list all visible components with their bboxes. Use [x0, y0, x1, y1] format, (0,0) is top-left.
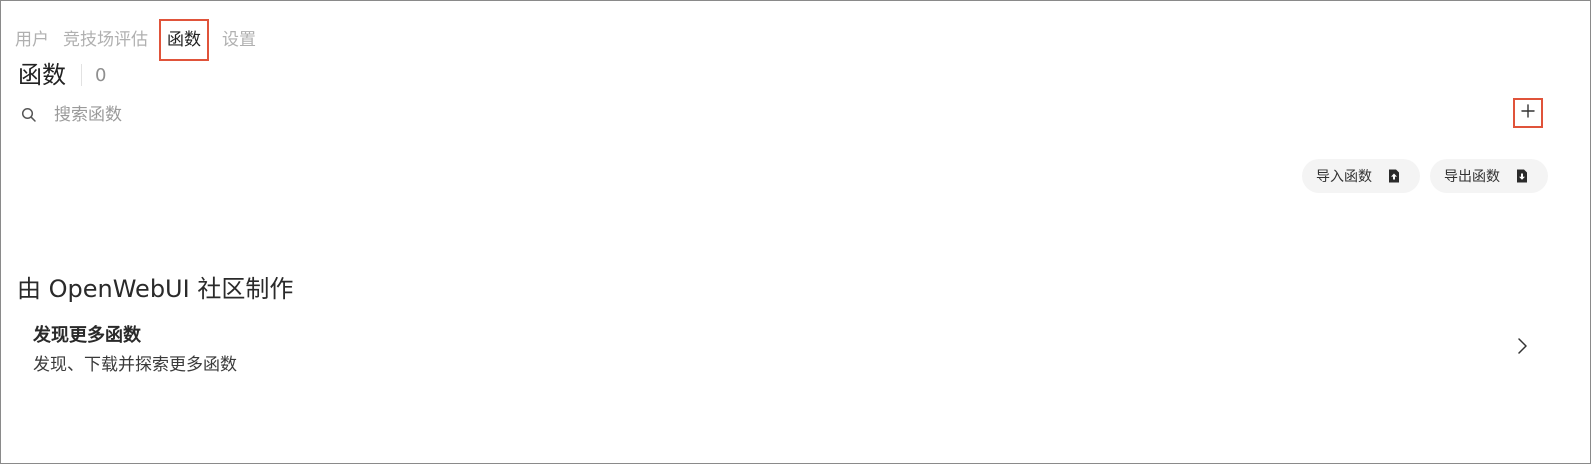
app-window: 用户 竞技场评估 函数 设置 函数 0 导入函数 [0, 0, 1591, 464]
page-title: 函数 [18, 61, 66, 89]
import-functions-button[interactable]: 导入函数 [1302, 159, 1420, 193]
plus-icon [1520, 103, 1536, 123]
search-input[interactable] [52, 104, 656, 126]
discover-card-title: 发现更多函数 [33, 325, 141, 346]
function-count: 0 [95, 64, 107, 86]
chevron-right-icon [1515, 337, 1529, 355]
tab-users[interactable]: 用户 [15, 28, 56, 52]
add-function-button[interactable] [1513, 98, 1543, 128]
title-divider [81, 64, 82, 86]
community-section-title: 由 OpenWebUI 社区制作 [17, 275, 294, 303]
discover-more-functions-link[interactable]: 发现更多函数 发现、下载并探索更多函数 [18, 317, 1548, 379]
top-tabs: 用户 竞技场评估 函数 设置 [15, 19, 263, 61]
tab-arena-evaluation[interactable]: 竞技场评估 [56, 28, 155, 52]
file-upload-icon [1386, 168, 1402, 184]
export-functions-label: 导出函数 [1444, 169, 1500, 185]
tab-settings[interactable]: 设置 [215, 28, 263, 52]
tab-functions[interactable]: 函数 [159, 19, 209, 61]
search-icon [21, 107, 37, 123]
file-download-icon [1514, 168, 1530, 184]
discover-card-subtitle: 发现、下载并探索更多函数 [33, 355, 237, 375]
page-header: 函数 0 [18, 59, 106, 91]
export-functions-button[interactable]: 导出函数 [1430, 159, 1548, 193]
import-functions-label: 导入函数 [1316, 169, 1372, 185]
search-bar [21, 104, 656, 126]
